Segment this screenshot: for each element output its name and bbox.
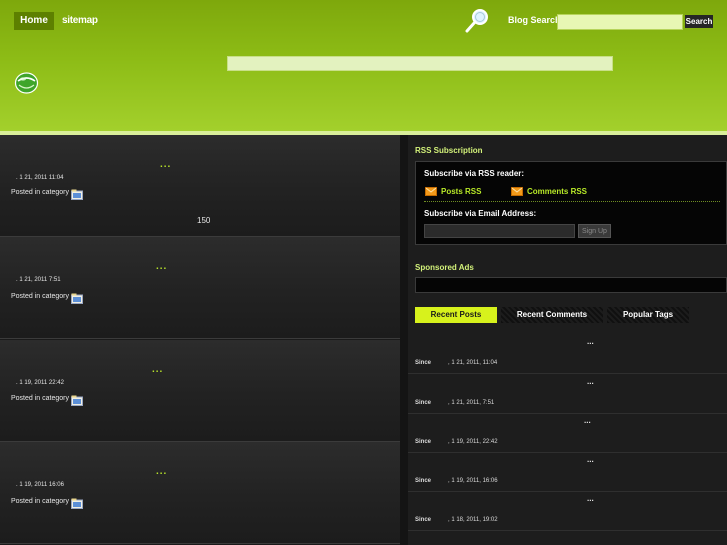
post-date: . 1 21, 2011 7:51 [16,277,61,283]
blog-search-label: Blog Search [508,15,561,25]
tab-popular-tags[interactable]: Popular Tags [607,307,689,323]
sidebar: RSS Subscription Subscribe via RSS reade… [408,135,727,545]
comments-rss-link[interactable]: Comments RSS [527,187,587,196]
tab-recent-comments[interactable]: Recent Comments [501,307,603,323]
recent-post-item: ... Since , 1 18, 2011, 19:02 [408,492,727,531]
category-folder-icon[interactable] [71,293,83,304]
sign-up-button[interactable]: Sign Up [578,224,611,238]
category-folder-icon[interactable] [71,189,83,200]
post-category-label: Posted in category [11,293,69,300]
column-divider [400,135,408,545]
recent-post-link[interactable]: ... [587,337,594,346]
nav-home-link[interactable]: Home [14,12,54,30]
post-category-label: Posted in category [11,498,69,505]
post-item: ... . 1 21, 2011 7:51 Posted in category [0,237,400,339]
post-date: . 1 21, 2011 11:04 [16,175,64,181]
recent-post-since: Since [415,400,432,406]
recent-post-item: ... Since , 1 21, 2011, 7:51 [408,375,727,414]
rss-reader-label: Subscribe via RSS reader: [424,169,525,178]
rss-subscription-heading: RSS Subscription [415,146,483,155]
tab-recent-posts[interactable]: Recent Posts [415,307,497,323]
email-field[interactable] [424,224,575,238]
recent-post-date: , 1 21, 2011, 11:04 [448,360,498,366]
recent-post-date: , 1 21, 2011, 7:51 [448,400,495,406]
recent-post-link[interactable]: ... [587,494,594,503]
header-banner-bar [227,56,613,71]
post-title-link[interactable]: ... [156,261,167,272]
site-header: Home sitemap Blog Search Search [0,0,727,131]
recent-post-link[interactable]: ... [587,455,594,464]
post-count: 150 [197,216,211,225]
category-folder-icon[interactable] [71,395,83,406]
recent-post-date: , 1 19, 2011, 22:42 [448,439,498,445]
post-category-label: Posted in category [11,189,69,196]
post-date: . 1 19, 2011 22:42 [16,380,64,386]
recent-post-since: Since [415,360,432,366]
recent-post-since: Since [415,478,432,484]
blog-search-input[interactable] [557,14,683,30]
recent-post-link[interactable]: ... [584,416,591,425]
post-item: ... . 1 19, 2011 16:06 Posted in categor… [0,442,400,544]
post-category-label: Posted in category [11,395,69,402]
rss-feed-icon [425,187,437,196]
search-button[interactable]: Search [685,15,713,28]
category-folder-icon[interactable] [71,498,83,509]
post-item: ... . 1 19, 2011 22:42 Posted in categor… [0,340,400,442]
posts-rss-link[interactable]: Posts RSS [441,187,481,196]
globe-icon[interactable] [14,72,39,94]
post-item: ... . 1 21, 2011 11:04 Posted in categor… [0,135,400,237]
rss-divider [424,201,720,202]
rss-feed-icon [511,187,523,196]
magnifier-icon [465,9,488,33]
recent-post-since: Since [415,517,432,523]
email-subscribe-label: Subscribe via Email Address: [424,209,537,218]
post-title-link[interactable]: ... [156,466,167,477]
sponsored-ads-heading: Sponsored Ads [415,263,474,272]
recent-post-item: ... Since , 1 19, 2011, 16:06 [408,453,727,492]
sponsored-ads-box [415,277,727,293]
recent-post-since: Since [415,439,432,445]
post-date: . 1 19, 2011 16:06 [16,482,64,488]
page: Home sitemap Blog Search Search ... . 1 … [0,0,727,545]
post-title-link[interactable]: ... [152,364,163,375]
rss-subscription-box: Subscribe via RSS reader: Posts RSS Comm… [415,161,727,245]
recent-post-item: ... Since , 1 19, 2011, 22:42 [408,414,727,453]
recent-post-date: , 1 18, 2011, 19:02 [448,517,498,523]
post-title-link[interactable]: ... [160,159,171,170]
recent-post-date: , 1 19, 2011, 16:06 [448,478,498,484]
recent-post-link[interactable]: ... [587,377,594,386]
nav-sitemap-link[interactable]: sitemap [62,12,98,30]
recent-post-item: ... Since , 1 21, 2011, 11:04 [408,335,727,374]
post-list: ... . 1 21, 2011 11:04 Posted in categor… [0,135,400,545]
